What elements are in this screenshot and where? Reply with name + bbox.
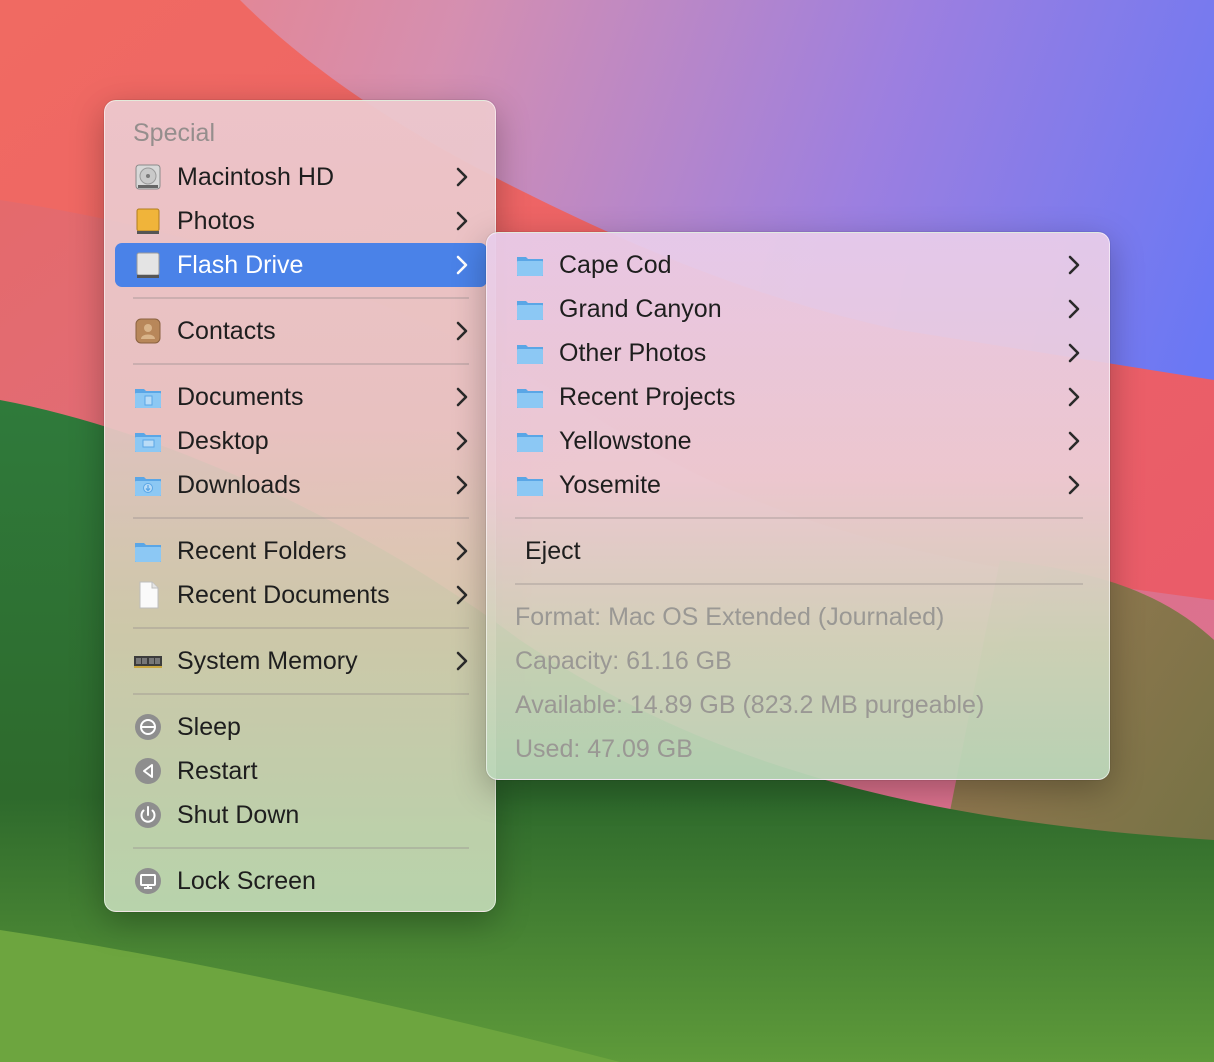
submenu-item-other-photos[interactable]: Other Photos [497,331,1099,375]
menu-separator [133,363,469,365]
submenu-item-label: Yellowstone [559,426,692,455]
menu-item-label: Macintosh HD [177,162,334,191]
available-info: Available: 14.89 GB (823.2 MB purgeable) [515,691,985,719]
flash-drive-submenu: Cape Cod Grand Canyon Other Photos Recen… [486,232,1110,780]
menu-item-label: Documents [177,382,304,411]
folder-icon [515,382,545,412]
desktop-folder-icon [133,426,163,456]
menu-separator [515,583,1083,585]
chevron-right-icon [456,321,468,341]
submenu-item-recent-projects[interactable]: Recent Projects [497,375,1099,419]
format-info: Format: Mac OS Extended (Journaled) [515,603,945,631]
chevron-right-icon [1068,431,1080,451]
folder-icon [515,294,545,324]
menu-item-downloads[interactable]: Downloads [115,463,487,507]
folder-icon [515,470,545,500]
photos-drive-icon [133,206,163,236]
chevron-right-icon [456,167,468,187]
documents-folder-icon [133,382,163,412]
chevron-right-icon [456,387,468,407]
menu-separator [133,627,469,629]
menu-item-label: Shut Down [177,800,300,829]
submenu-item-label: Recent Projects [559,382,736,411]
eject-menu-item[interactable]: Eject [497,529,1099,573]
restart-icon [133,756,163,786]
submenu-item-label: Yosemite [559,470,661,499]
chevron-right-icon [456,585,468,605]
context-menu: Special Macintosh HD Photos Flash Drive … [104,100,496,912]
menu-item-photos[interactable]: Photos [115,199,487,243]
menu-item-documents[interactable]: Documents [115,375,487,419]
chevron-right-icon [1068,387,1080,407]
section-header-special: Special [133,119,215,147]
sleep-icon [133,712,163,742]
contacts-icon [133,316,163,346]
chevron-right-icon [1068,343,1080,363]
submenu-item-yosemite[interactable]: Yosemite [497,463,1099,507]
folder-icon [515,250,545,280]
submenu-item-label: Cape Cod [559,250,672,279]
menu-item-label: Recent Folders [177,536,347,565]
folder-icon [515,426,545,456]
eject-label: Eject [525,536,581,565]
menu-item-label: Flash Drive [177,250,304,279]
chevron-right-icon [1068,299,1080,319]
submenu-item-label: Grand Canyon [559,294,722,323]
menu-item-label: System Memory [177,646,358,675]
chevron-right-icon [1068,475,1080,495]
menu-separator [133,297,469,299]
menu-item-contacts[interactable]: Contacts [115,309,487,353]
menu-item-system-memory[interactable]: System Memory [115,639,487,683]
lock-screen-icon [133,866,163,896]
folder-icon [133,536,163,566]
menu-item-label: Downloads [177,470,301,499]
submenu-item-cape-cod[interactable]: Cape Cod [497,243,1099,287]
flash-drive-icon [133,250,163,280]
menu-item-label: Restart [177,756,258,785]
chevron-right-icon [456,255,468,275]
menu-separator [515,517,1083,519]
submenu-item-label: Other Photos [559,338,707,367]
used-info: Used: 47.09 GB [515,735,693,763]
chevron-right-icon [456,651,468,671]
capacity-info: Capacity: 61.16 GB [515,647,732,675]
chevron-right-icon [456,211,468,231]
menu-item-label: Recent Documents [177,580,390,609]
memory-chip-icon [133,646,163,676]
menu-separator [133,847,469,849]
menu-item-label: Sleep [177,712,241,741]
menu-item-label: Desktop [177,426,269,455]
hard-drive-icon [133,162,163,192]
chevron-right-icon [456,431,468,451]
menu-separator [133,693,469,695]
menu-item-shut-down[interactable]: Shut Down [115,793,487,837]
power-icon [133,800,163,830]
menu-item-sleep[interactable]: Sleep [115,705,487,749]
menu-item-desktop[interactable]: Desktop [115,419,487,463]
menu-item-label: Lock Screen [177,866,316,895]
menu-separator [133,517,469,519]
menu-item-recent-documents[interactable]: Recent Documents [115,573,487,617]
menu-item-lock-screen[interactable]: Lock Screen [115,859,487,903]
folder-icon [515,338,545,368]
chevron-right-icon [456,541,468,561]
menu-item-macintosh-hd[interactable]: Macintosh HD [115,155,487,199]
menu-item-flash-drive[interactable]: Flash Drive [115,243,487,287]
menu-item-label: Photos [177,206,255,235]
menu-item-recent-folders[interactable]: Recent Folders [115,529,487,573]
chevron-right-icon [456,475,468,495]
document-icon [133,580,163,610]
downloads-folder-icon [133,470,163,500]
submenu-item-grand-canyon[interactable]: Grand Canyon [497,287,1099,331]
menu-item-label: Contacts [177,316,276,345]
submenu-item-yellowstone[interactable]: Yellowstone [497,419,1099,463]
chevron-right-icon [1068,255,1080,275]
menu-item-restart[interactable]: Restart [115,749,487,793]
